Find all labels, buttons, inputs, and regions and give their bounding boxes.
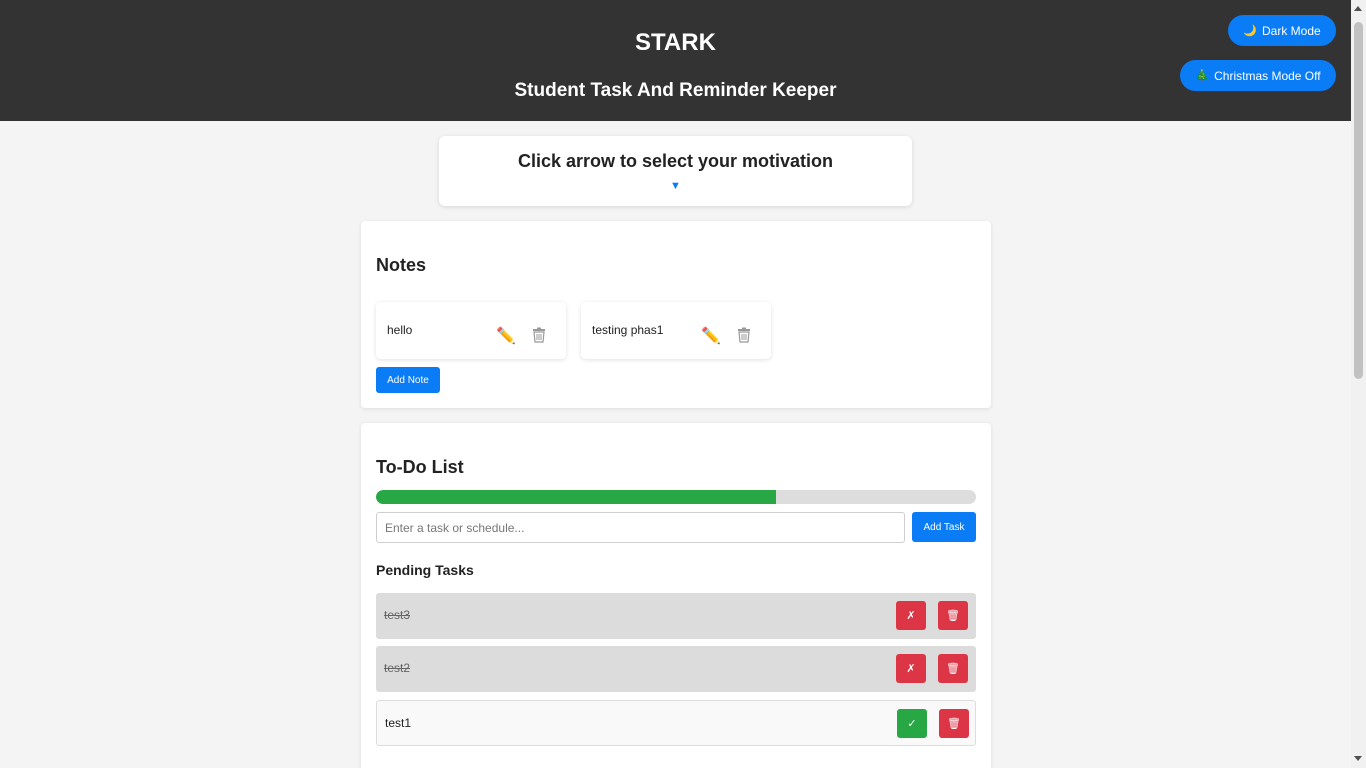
task-item: test2 ✗ 🗑 [376,646,976,692]
todo-section: To-Do List Add Task Pending Tasks test3 … [361,423,991,768]
add-note-button[interactable]: Add Note [376,367,440,393]
moon-icon: 🌙 [1243,25,1257,37]
motivation-prompt: Click arrow to select your motivation [517,151,834,171]
add-task-button[interactable]: Add Task [912,512,976,542]
complete-task-button[interactable]: ✓ [897,709,927,738]
pending-tasks-title: Pending Tasks [376,562,474,578]
undo-task-button[interactable]: ✗ [896,601,926,630]
task-input[interactable] [376,512,905,543]
pencil-icon[interactable]: ✏️ [496,326,516,346]
christmas-mode-label: Christmas Mode Off [1214,68,1321,83]
dark-mode-label: Dark Mode [1262,23,1321,38]
notes-title: Notes [376,255,427,275]
task-progress-bar [376,490,976,504]
christmas-mode-button[interactable]: 🎄 Christmas Mode Off [1180,60,1336,91]
scroll-up-arrow-icon[interactable] [1354,6,1362,11]
pencil-icon[interactable]: ✏️ [701,326,721,346]
task-text: test1 [385,716,412,730]
christmas-tree-icon: 🎄 [1195,70,1210,82]
app-header: STARK Student Task And Reminder Keeper [0,0,1351,121]
task-text: test3 [384,608,411,622]
note-text: testing phas1 [592,323,664,337]
delete-task-button[interactable]: 🗑 [939,709,969,738]
notes-section: Notes hello ✏️ testing phas1 ✏️ Add Note [361,221,991,408]
note-card: hello ✏️ [376,302,566,359]
page-scrollbar[interactable] [1351,0,1366,768]
task-item: test1 ✓ 🗑 [376,700,976,746]
motivation-card: Click arrow to select your motivation ▼ [439,136,912,206]
undo-task-button[interactable]: ✗ [896,654,926,683]
task-text: test2 [384,661,411,675]
note-card: testing phas1 ✏️ [581,302,771,359]
trash-icon[interactable] [736,327,752,343]
trash-icon[interactable] [531,327,547,343]
task-item: test3 ✗ 🗑 [376,593,976,639]
note-text: hello [387,323,413,337]
todo-title: To-Do List [376,457,464,477]
scroll-down-arrow-icon[interactable] [1354,756,1362,761]
dark-mode-button[interactable]: 🌙 Dark Mode [1228,15,1336,46]
task-progress-fill [376,490,777,504]
delete-task-button[interactable]: 🗑 [938,601,968,630]
app-title: STARK [635,29,716,56]
app-subtitle: Student Task And Reminder Keeper [514,80,837,101]
scrollbar-thumb[interactable] [1354,22,1363,379]
delete-task-button[interactable]: 🗑 [938,654,968,683]
motivation-dropdown-arrow-icon[interactable]: ▼ [439,180,912,192]
